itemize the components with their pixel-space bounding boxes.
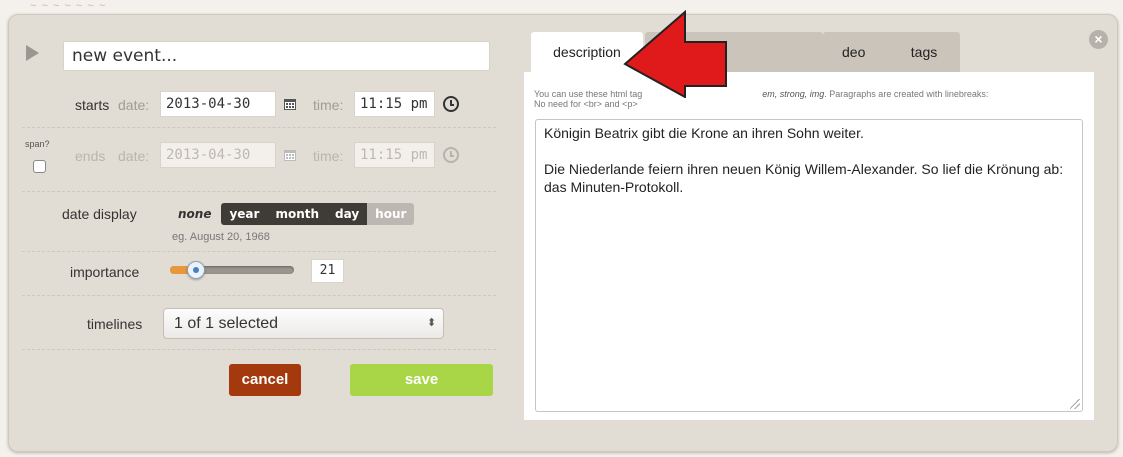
ends-time-label: time:	[313, 148, 344, 164]
clock-icon[interactable]	[443, 96, 459, 112]
resize-grip-icon[interactable]	[1070, 399, 1080, 409]
ends-date-label: date:	[118, 148, 150, 164]
date-display-hint: eg. August 20, 1968	[172, 231, 270, 243]
description-textarea[interactable]: Königin Beatrix gibt die Krone an ihren …	[535, 119, 1083, 412]
starts-time-label: time:	[313, 97, 344, 113]
importance-label: importance	[70, 264, 140, 280]
html-help-text: You can use these html tag em, strong, im…	[534, 89, 994, 109]
tab-tags[interactable]: tags	[888, 32, 960, 72]
span-label: span?	[25, 139, 50, 149]
start-date-input[interactable]: 2013-04-30	[160, 91, 276, 117]
row-divider	[22, 251, 496, 252]
calendar-icon[interactable]	[283, 97, 297, 111]
date-display-label: date display	[62, 206, 137, 222]
row-divider	[22, 191, 496, 192]
description-paragraph: Die Niederlande feiern ihren neuen König…	[544, 161, 1064, 195]
importance-slider-handle[interactable]	[187, 261, 206, 279]
expand-play-icon[interactable]	[26, 45, 39, 61]
importance-value-input[interactable]: 21	[311, 259, 344, 283]
timelines-select[interactable]: 1 of 1 selected	[163, 308, 444, 339]
date-display-option-month[interactable]: month	[267, 203, 328, 225]
close-icon[interactable]: ×	[1089, 30, 1108, 49]
ends-label: ends	[75, 148, 106, 164]
description-paragraph: Königin Beatrix gibt die Krone an ihren …	[544, 125, 864, 141]
clock-icon[interactable]	[443, 147, 459, 163]
cancel-button[interactable]: cancel	[229, 364, 301, 396]
html-help-tags: em, strong, img	[762, 89, 825, 99]
end-time-input[interactable]: 11:15 pm	[354, 142, 435, 168]
row-divider	[22, 127, 496, 128]
date-display-toggle: none year month day hour	[170, 203, 415, 225]
tab-video[interactable]: deo	[823, 32, 891, 72]
event-title-input[interactable]: new event...	[63, 41, 490, 71]
timelines-label: timelines	[87, 316, 143, 332]
red-arrow-annotation-icon	[623, 10, 727, 98]
span-checkbox[interactable]	[33, 160, 46, 173]
date-display-option-year[interactable]: year	[221, 203, 268, 225]
start-time-input[interactable]: 11:15 pm	[354, 91, 435, 117]
date-display-option-hour[interactable]: hour	[367, 203, 415, 225]
date-display-option-none[interactable]: none	[170, 203, 221, 225]
starts-date-label: date:	[118, 97, 150, 113]
calendar-icon[interactable]	[283, 148, 297, 162]
row-divider	[22, 349, 496, 350]
starts-label: starts	[75, 97, 110, 113]
date-display-option-day[interactable]: day	[327, 203, 368, 225]
row-divider	[22, 295, 496, 296]
end-date-input[interactable]: 2013-04-30	[160, 142, 276, 168]
html-help-line2: No need for <br> and <p>	[534, 99, 638, 109]
backdrop-text: ~ ~ ~ ~ ~ ~ ~	[30, 0, 107, 12]
html-help-line1-end: . Paragraphs are created with linebreaks…	[824, 89, 989, 99]
select-arrows-icon: ⬍	[427, 317, 437, 329]
save-button[interactable]: save	[350, 364, 493, 396]
